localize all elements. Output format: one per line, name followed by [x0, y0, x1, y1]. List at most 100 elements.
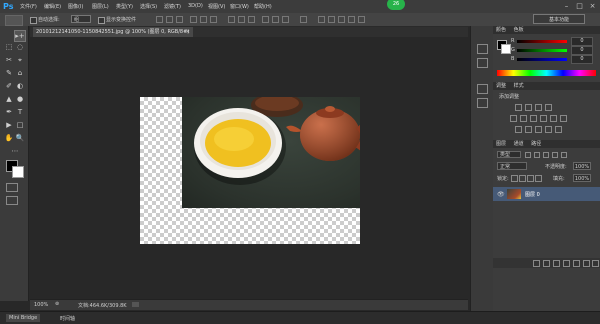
vibrance-icon[interactable] — [510, 115, 517, 122]
paragraph-panel-icon[interactable] — [477, 98, 488, 108]
lock-pixels-icon[interactable] — [519, 175, 526, 182]
color-ramp[interactable] — [497, 70, 596, 76]
eyedropper-tool-icon[interactable]: ✎ — [4, 68, 14, 78]
layer-style-icon[interactable] — [543, 260, 550, 267]
menu-window[interactable]: 窗口(W) — [230, 3, 249, 10]
document-tab[interactable]: 20101212141050-1150842551.jpg @ 100% (图层… — [33, 27, 193, 45]
visibility-eye-icon[interactable]: 👁 — [497, 191, 505, 198]
green-slider[interactable]: G 0 — [493, 46, 600, 55]
workspace-switcher[interactable]: 基本功能 — [533, 14, 585, 24]
tool-preset-picker[interactable] — [5, 15, 23, 26]
blue-slider-track[interactable] — [517, 58, 567, 61]
brightness-icon[interactable] — [515, 104, 522, 111]
menu-layer[interactable]: 图层(L) — [92, 3, 109, 10]
minimize-icon[interactable]: – — [562, 2, 571, 10]
lasso-tool-icon[interactable]: ◌ — [15, 42, 25, 52]
menu-image[interactable]: 图像(I) — [68, 3, 83, 10]
pen-tool-icon[interactable]: ✒ — [4, 107, 14, 117]
filter-pixel-icon[interactable] — [525, 152, 531, 158]
hand-tool-icon[interactable]: ✋ — [4, 133, 14, 143]
history-brush-icon[interactable]: ▲ — [4, 94, 14, 104]
black-white-icon[interactable] — [540, 115, 547, 122]
blue-slider[interactable]: B 0 — [493, 55, 600, 64]
auto-select-dropdown[interactable]: 组 — [71, 15, 91, 23]
filter-smart-icon[interactable] — [561, 152, 567, 158]
actions-panel-icon[interactable] — [477, 58, 488, 68]
update-badge[interactable]: 26 — [387, 0, 405, 10]
align-right-icon[interactable] — [210, 16, 217, 23]
brush-tool-icon[interactable]: ✐ — [4, 81, 14, 91]
new-group-icon[interactable] — [573, 260, 580, 267]
opacity-input[interactable]: 100% — [573, 162, 591, 170]
new-adjustment-icon[interactable] — [563, 260, 570, 267]
link-layers-icon[interactable] — [533, 260, 540, 267]
shape-tool-icon[interactable]: □ — [15, 120, 25, 130]
menu-select[interactable]: 选择(S) — [140, 3, 157, 10]
swatches-tab[interactable]: 色板 — [514, 27, 524, 33]
path-select-tool-icon[interactable]: ▶ — [4, 120, 14, 130]
history-panel-icon[interactable] — [477, 44, 488, 54]
new-layer-icon[interactable] — [583, 260, 590, 267]
menu-view[interactable]: 视图(V) — [208, 3, 225, 10]
distribute-vcenter-icon[interactable] — [238, 16, 245, 23]
status-arrow-icon[interactable] — [132, 302, 139, 307]
channels-tab[interactable]: 通道 — [514, 141, 524, 147]
marquee-tool-icon[interactable]: ⬚ — [4, 42, 14, 52]
align-bottom-icon[interactable] — [176, 16, 183, 23]
styles-tab[interactable]: 样式 — [514, 83, 524, 89]
menu-edit[interactable]: 编辑(E) — [44, 3, 61, 10]
hue-saturation-icon[interactable] — [520, 115, 527, 122]
3d-mode-icon[interactable] — [318, 16, 325, 23]
eraser-tool-icon[interactable]: ● — [15, 94, 25, 104]
close-icon[interactable]: × — [588, 2, 597, 10]
selective-color-icon[interactable] — [555, 126, 562, 133]
crop-tool-icon[interactable]: ⌖ — [15, 55, 25, 65]
3d-rotate-icon[interactable] — [328, 16, 335, 23]
menu-file[interactable]: 文件(F) — [20, 3, 37, 10]
character-panel-icon[interactable] — [477, 84, 488, 94]
move-tool-icon[interactable]: ▸+ — [14, 30, 26, 42]
timeline-tab[interactable]: 时间轴 — [60, 315, 75, 322]
show-transform-checkbox[interactable] — [98, 17, 105, 24]
blue-value[interactable]: 0 — [571, 55, 593, 64]
channel-mixer-icon[interactable] — [560, 115, 567, 122]
stamp-tool-icon[interactable]: ◐ — [15, 81, 25, 91]
paths-tab[interactable]: 路径 — [531, 141, 541, 147]
menu-3d[interactable]: 3D(D) — [188, 3, 203, 9]
red-slider[interactable]: R 0 — [493, 37, 600, 46]
align-hcenter-icon[interactable] — [200, 16, 207, 23]
green-slider-track[interactable] — [517, 49, 567, 52]
align-left-icon[interactable] — [190, 16, 197, 23]
filter-adjust-icon[interactable] — [534, 152, 540, 158]
type-tool-icon[interactable]: T — [15, 107, 25, 117]
red-slider-track[interactable] — [517, 40, 567, 43]
healing-tool-icon[interactable]: ⌂ — [15, 68, 25, 78]
filter-type-icon[interactable] — [543, 152, 549, 158]
menu-help[interactable]: 帮助(H) — [254, 3, 272, 10]
exposure-icon[interactable] — [545, 104, 552, 111]
distribute-hcenter-icon[interactable] — [272, 16, 279, 23]
zoom-tool-icon[interactable]: 🔍 — [15, 133, 25, 143]
distribute-bottom-icon[interactable] — [248, 16, 255, 23]
lock-all-icon[interactable] — [535, 175, 542, 182]
fill-input[interactable]: 100% — [573, 174, 591, 182]
color-tab[interactable]: 颜色 — [496, 27, 506, 33]
posterize-icon[interactable] — [525, 126, 532, 133]
quick-select-tool-icon[interactable]: ✂ — [4, 55, 14, 65]
3d-slide-icon[interactable] — [358, 16, 365, 23]
color-balance-icon[interactable] — [530, 115, 537, 122]
distribute-left-icon[interactable] — [262, 16, 269, 23]
filter-shape-icon[interactable] — [552, 152, 558, 158]
screen-mode-icon[interactable] — [6, 196, 18, 205]
layer-row[interactable]: 👁 图层 0 — [493, 187, 600, 201]
photo-filter-icon[interactable] — [550, 115, 557, 122]
background-color-swatch[interactable] — [12, 166, 24, 178]
layer-name[interactable]: 图层 0 — [525, 191, 540, 198]
3d-roll-icon[interactable] — [338, 16, 345, 23]
delete-layer-icon[interactable] — [592, 260, 599, 267]
maximize-icon[interactable]: □ — [575, 2, 584, 10]
more-tools-icon[interactable]: ⋯ — [10, 146, 20, 156]
lock-transparency-icon[interactable] — [511, 175, 518, 182]
menu-type[interactable]: 类型(Y) — [116, 3, 133, 10]
auto-align-icon[interactable] — [300, 16, 307, 23]
